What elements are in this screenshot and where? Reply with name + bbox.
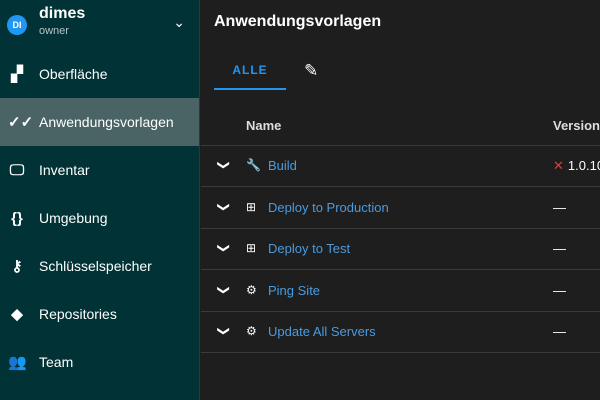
- sidebar-item-label: Anwendungsvorlagen: [39, 114, 174, 130]
- version-cell: ✕1.0.10: [553, 158, 600, 174]
- user-name: dimes: [39, 5, 86, 22]
- sidebar-item-label: Inventar: [39, 162, 90, 178]
- braces-icon: {}: [11, 209, 23, 227]
- version-value: —: [553, 199, 566, 215]
- template-link[interactable]: Ping Site: [268, 283, 320, 298]
- dashboard-icon: ▞: [11, 66, 23, 83]
- sidebar-item-repositories[interactable]: ◆ Repositories: [0, 290, 199, 338]
- version-cell: —: [553, 324, 566, 339]
- template-link[interactable]: Deploy to Test: [268, 241, 350, 256]
- wrench-icon: 🔧: [246, 158, 261, 172]
- template-link[interactable]: Build: [268, 158, 297, 173]
- sidebar-item-team[interactable]: 👥 Team: [0, 338, 199, 386]
- main-content: Anwendungsvorlagen ALLE ✎ Name Version ❯…: [201, 0, 600, 400]
- version-cell: —: [553, 283, 566, 298]
- key-icon: ⚷: [11, 258, 23, 275]
- table-row[interactable]: ❯ 🔧 Build ✕1.0.10: [201, 146, 600, 187]
- tab-all[interactable]: ALLE: [214, 52, 286, 90]
- sidebar-item-schlüsselspeicher[interactable]: ⚷ Schlüsselspeicher: [0, 242, 199, 290]
- sidebar-item-label: Oberfläche: [39, 66, 108, 82]
- sidebar-item-label: Repositories: [39, 306, 117, 322]
- sidebar-item-oberfläche[interactable]: ▞ Oberfläche: [0, 50, 199, 98]
- column-name[interactable]: Name: [246, 118, 281, 133]
- sidebar-item-label: Schlüsselspeicher: [39, 258, 152, 274]
- gear-icon: ⚙: [246, 324, 257, 338]
- chevron-down-icon[interactable]: ❯: [217, 243, 231, 253]
- version-cell: —: [553, 200, 566, 215]
- user-role: owner: [39, 25, 69, 37]
- chevron-down-icon[interactable]: ⌄: [173, 14, 185, 31]
- people-icon: 👥: [8, 354, 27, 371]
- chevron-down-icon[interactable]: ❯: [217, 201, 231, 211]
- gear-icon: ⚙: [246, 282, 257, 297]
- deploy-icon: ⊞: [246, 241, 257, 255]
- table-row[interactable]: ❯ ⚙ Update All Servers —: [201, 312, 600, 353]
- pencil-icon[interactable]: ✎: [304, 61, 318, 81]
- page-title: Anwendungsvorlagen: [214, 13, 382, 30]
- version-value: —: [553, 241, 566, 256]
- sidebar-item-inventar[interactable]: 🖵 Inventar: [0, 146, 199, 194]
- chevron-down-icon[interactable]: ❯: [217, 284, 231, 294]
- version-value: —: [553, 324, 566, 339]
- table-row[interactable]: ❯ ⚙ Ping Site —: [201, 271, 600, 312]
- table-header: Name Version: [201, 105, 600, 146]
- monitor-icon: 🖵: [9, 161, 25, 179]
- template-link[interactable]: Deploy to Production: [268, 200, 389, 215]
- sidebar-item-label: Umgebung: [39, 210, 108, 226]
- chevron-down-icon[interactable]: ❯: [217, 326, 231, 336]
- table-row[interactable]: ❯ ⊞ Deploy to Test —: [201, 229, 600, 270]
- column-version[interactable]: Version: [553, 118, 600, 133]
- deploy-icon: ⊞: [246, 199, 257, 214]
- git-icon: ◆: [11, 306, 23, 323]
- chevron-down-icon[interactable]: ❯: [217, 160, 231, 170]
- version-value: —: [553, 282, 566, 298]
- table-row[interactable]: ❯ ⊞ Deploy to Production —: [201, 188, 600, 229]
- sidebar-item-anwendungsvorlagen[interactable]: ✓✓ Anwendungsvorlagen: [0, 98, 199, 146]
- avatar: DI: [7, 15, 27, 35]
- sidebar-item-umgebung[interactable]: {} Umgebung: [0, 194, 199, 242]
- sidebar: DI dimes owner ⌄ ▞ Oberfläche ✓✓ Anwendungs…: [0, 0, 200, 400]
- sidebar-item-label: Team: [39, 354, 74, 370]
- version-value: 1.0.10: [567, 158, 600, 173]
- user-menu[interactable]: DI dimes owner ⌄: [0, 0, 199, 50]
- done-all-icon: ✓✓: [8, 114, 34, 131]
- version-cell: —: [553, 241, 566, 256]
- failed-icon: ✕: [553, 158, 564, 173]
- template-link[interactable]: Update All Servers: [268, 324, 376, 339]
